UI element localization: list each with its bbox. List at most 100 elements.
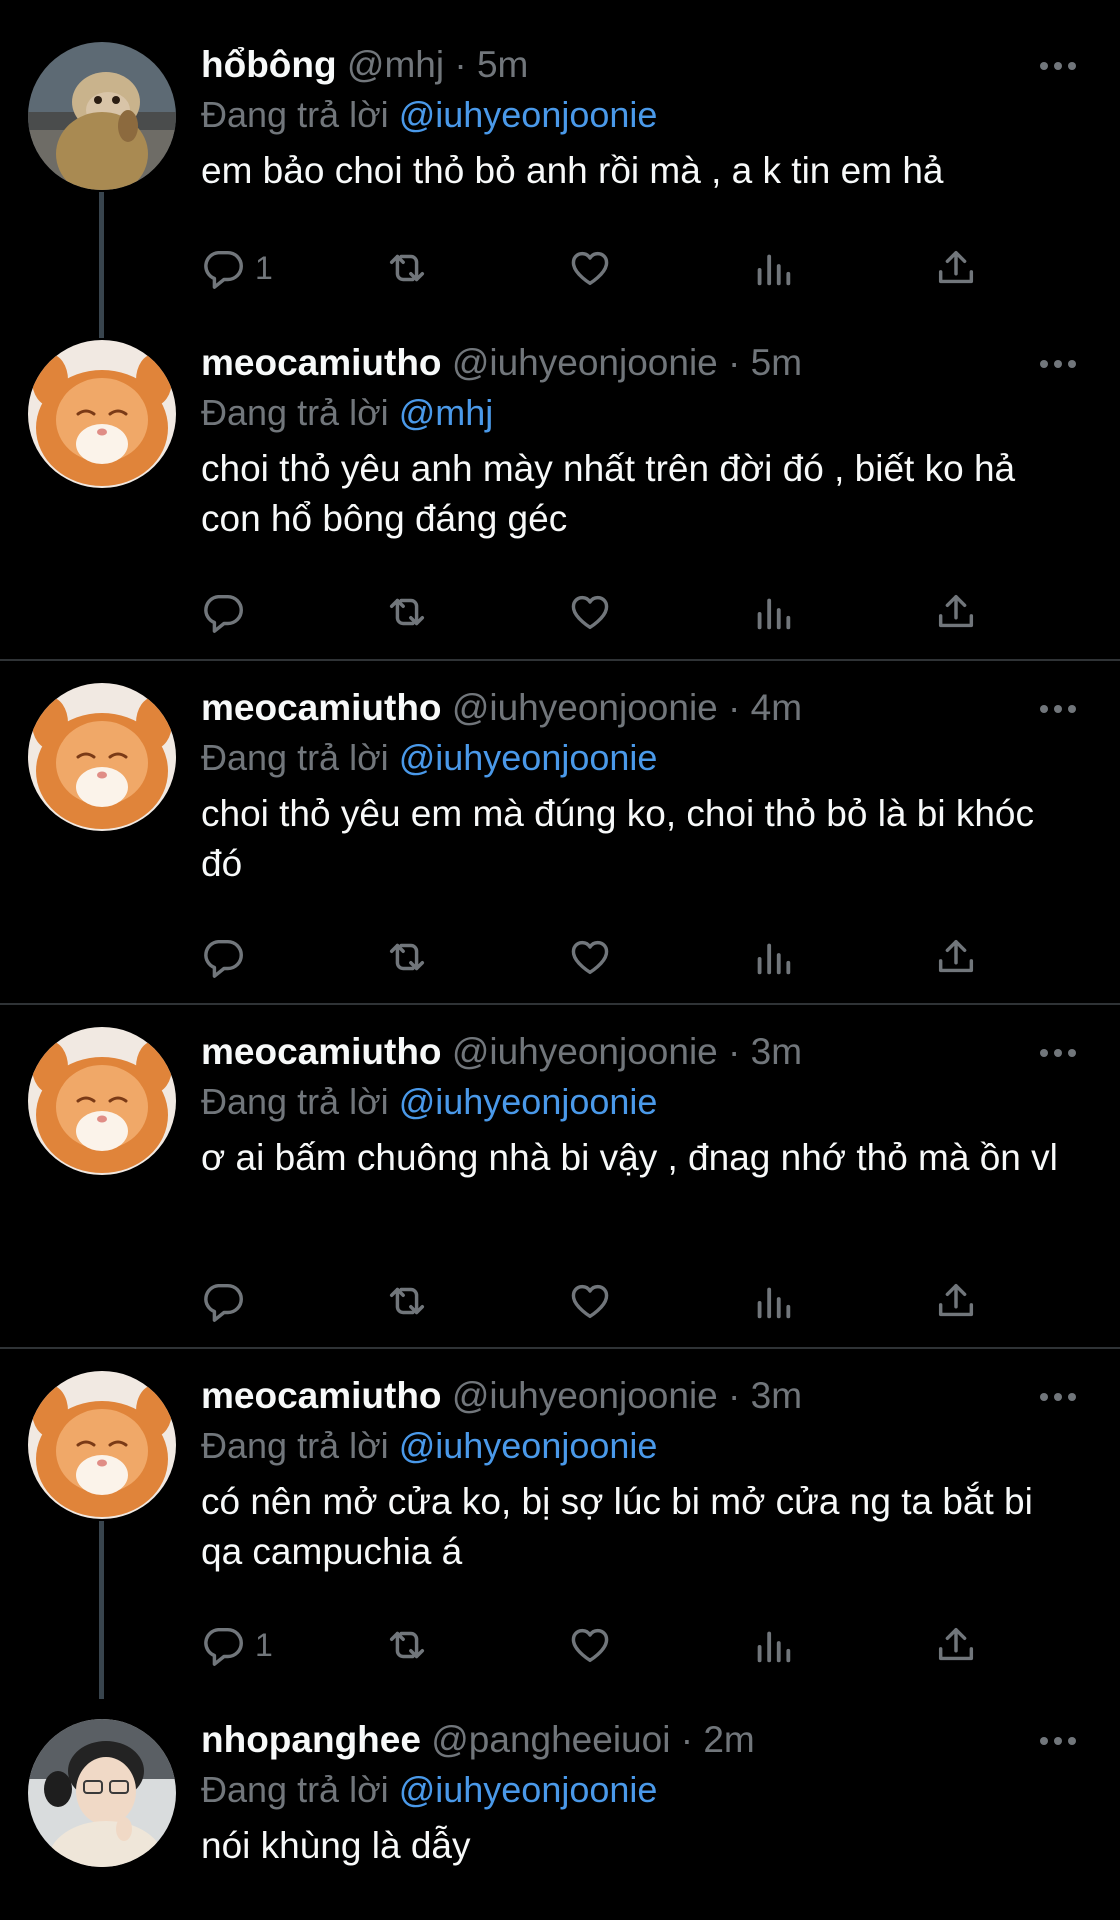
more-icon[interactable]	[1036, 46, 1080, 86]
retweet-button[interactable]	[384, 1619, 430, 1671]
like-icon	[571, 595, 609, 630]
action-bar: 1	[201, 1619, 1001, 1671]
avatar[interactable]	[28, 1719, 176, 1867]
handle[interactable]: @iuhyeonjoonie	[452, 1031, 718, 1072]
reply-icon	[204, 1627, 243, 1666]
display-name[interactable]: meocamiutho	[201, 687, 442, 728]
retweet-icon	[389, 943, 425, 971]
avatar[interactable]	[28, 340, 176, 488]
separator: ·	[680, 1719, 694, 1760]
views-button[interactable]	[750, 931, 796, 983]
tweet[interactable]: hổbông @mhj · 5m Đang trả lời @iuhyeonjo…	[0, 0, 1120, 338]
tweet[interactable]: meocamiutho @iuhyeonjoonie · 3m Đang trả…	[0, 1349, 1120, 1699]
tweet-content: meocamiutho @iuhyeonjoonie · 3m Đang trả…	[201, 1027, 1080, 1183]
reply-button[interactable]	[201, 931, 255, 983]
tweet-content: meocamiutho @iuhyeonjoonie · 3m Đang trả…	[201, 1371, 1080, 1577]
replying-to-mention[interactable]: @iuhyeonjoonie	[399, 1081, 658, 1122]
reply-button[interactable]: 1	[201, 242, 273, 294]
display-name[interactable]: nhopanghee	[201, 1719, 421, 1760]
retweet-button[interactable]	[384, 586, 430, 638]
views-button[interactable]	[750, 586, 796, 638]
tweet-content: meocamiutho @iuhyeonjoonie · 5m Đang trả…	[201, 338, 1080, 544]
views-button[interactable]	[750, 1619, 796, 1671]
share-button[interactable]	[933, 931, 979, 983]
display-name[interactable]: meocamiutho	[201, 1031, 442, 1072]
action-bar	[201, 1275, 1001, 1327]
like-icon	[571, 1284, 609, 1319]
like-button[interactable]	[567, 931, 613, 983]
handle[interactable]: @mhj	[347, 44, 444, 85]
tweet-text: có nên mở cửa ko, bị sợ lúc bi mở cửa ng…	[201, 1481, 1033, 1572]
retweet-button[interactable]	[384, 1275, 430, 1327]
share-icon	[938, 594, 974, 628]
replying-to-mention[interactable]: @mhj	[399, 392, 494, 433]
tweet[interactable]: meocamiutho @iuhyeonjoonie · 5m Đang trả…	[0, 302, 1120, 660]
like-button[interactable]	[567, 1275, 613, 1327]
tweet-text: choi thỏ yêu anh mày nhất trên đời đó , …	[201, 448, 1016, 539]
replying-to-mention[interactable]: @iuhyeonjoonie	[399, 1425, 658, 1466]
like-button[interactable]	[567, 242, 613, 294]
handle[interactable]: @iuhyeonjoonie	[452, 342, 718, 383]
tweet[interactable]: meocamiutho @iuhyeonjoonie · 4m Đang trả…	[0, 661, 1120, 1003]
tweet-text: em bảo choi thỏ bỏ anh rồi mà , a k tin …	[201, 150, 944, 191]
orange-cat-avatar-image	[28, 1371, 176, 1519]
reply-icon	[204, 250, 243, 289]
display-name[interactable]: meocamiutho	[201, 1375, 442, 1416]
retweet-button[interactable]	[384, 931, 430, 983]
views-icon	[757, 1631, 791, 1663]
retweet-button[interactable]	[384, 242, 430, 294]
display-name[interactable]: hổbông	[201, 44, 337, 85]
reply-count: 1	[255, 249, 273, 286]
replying-to-label: Đang trả lời	[201, 392, 389, 433]
avatar[interactable]	[28, 1027, 176, 1175]
like-button[interactable]	[567, 1619, 613, 1671]
more-icon[interactable]	[1036, 1721, 1080, 1761]
share-icon	[938, 250, 974, 284]
timestamp[interactable]: 4m	[751, 687, 802, 728]
views-button[interactable]	[750, 242, 796, 294]
separator: ·	[728, 1031, 741, 1072]
more-icon[interactable]	[1036, 1033, 1080, 1073]
replying-to-label: Đang trả lời	[201, 94, 389, 135]
timestamp[interactable]: 5m	[751, 342, 802, 383]
share-button[interactable]	[933, 1619, 979, 1671]
avatar[interactable]	[28, 42, 176, 190]
avatar[interactable]	[28, 683, 176, 831]
tweet-header: meocamiutho @iuhyeonjoonie · 3m	[201, 1027, 1080, 1077]
handle[interactable]: @pangheeiuoi	[431, 1719, 670, 1760]
more-icon[interactable]	[1036, 344, 1080, 384]
timestamp[interactable]: 3m	[751, 1031, 802, 1072]
reply-button[interactable]: 1	[201, 1619, 273, 1671]
timestamp[interactable]: 2m	[703, 1719, 754, 1760]
replying-to-mention[interactable]: @iuhyeonjoonie	[399, 737, 658, 778]
orange-cat-avatar-image	[28, 1027, 176, 1175]
share-button[interactable]	[933, 586, 979, 638]
reply-icon	[204, 594, 243, 633]
share-button[interactable]	[933, 242, 979, 294]
separator: ·	[454, 44, 467, 85]
handle[interactable]: @iuhyeonjoonie	[452, 1375, 718, 1416]
reply-button[interactable]	[201, 1275, 255, 1327]
display-name[interactable]: meocamiutho	[201, 342, 442, 383]
avatar[interactable]	[28, 1371, 176, 1519]
timestamp[interactable]: 3m	[751, 1375, 802, 1416]
replying-to-mention[interactable]: @iuhyeonjoonie	[399, 1769, 658, 1810]
tweet-content: meocamiutho @iuhyeonjoonie · 4m Đang trả…	[201, 683, 1080, 889]
views-button[interactable]	[750, 1275, 796, 1327]
like-button[interactable]	[567, 586, 613, 638]
thread-connector	[99, 1521, 104, 1699]
more-icon[interactable]	[1036, 689, 1080, 729]
timestamp[interactable]: 5m	[477, 44, 528, 85]
handle[interactable]: @iuhyeonjoonie	[452, 687, 718, 728]
tweet[interactable]: nhopanghee @pangheeiuoi · 2m Đang trả lờ…	[0, 1693, 1120, 1920]
tweet-text: nói khùng là dẫy	[201, 1825, 471, 1866]
views-icon	[757, 1287, 791, 1319]
reply-count: 1	[255, 1626, 273, 1663]
reply-button[interactable]	[201, 586, 255, 638]
tweet[interactable]: meocamiutho @iuhyeonjoonie · 3m Đang trả…	[0, 1005, 1120, 1347]
more-icon[interactable]	[1036, 1377, 1080, 1417]
share-button[interactable]	[933, 1275, 979, 1327]
retweet-icon	[389, 1287, 425, 1315]
separator: ·	[728, 687, 741, 728]
replying-to-mention[interactable]: @iuhyeonjoonie	[399, 94, 658, 135]
